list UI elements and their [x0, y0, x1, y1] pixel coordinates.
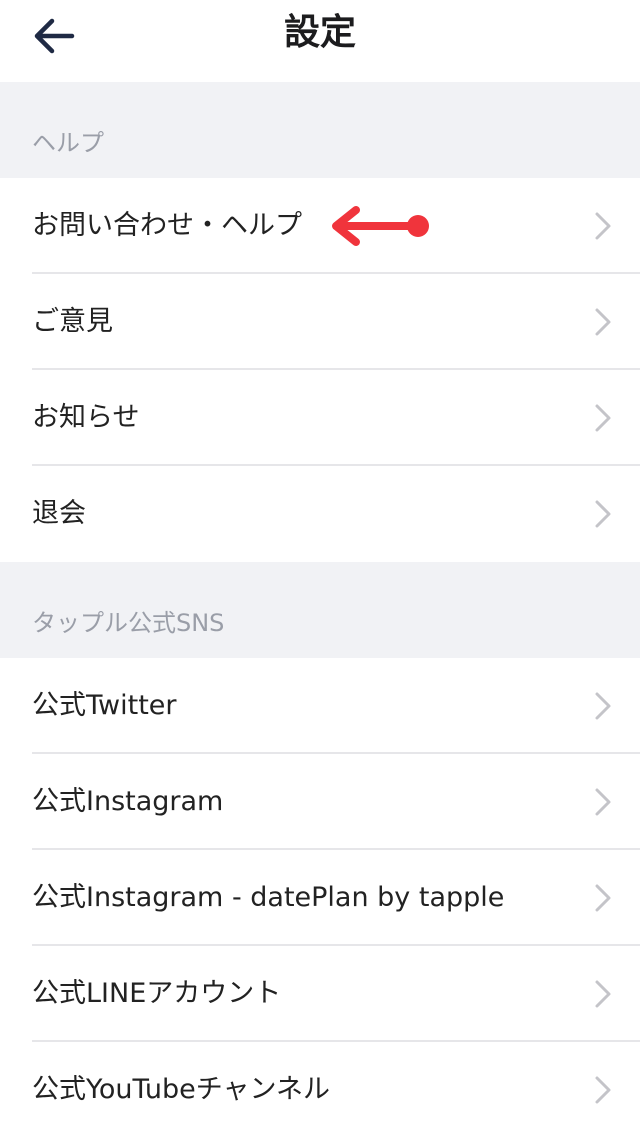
navigation-bar: 設定	[0, 0, 640, 82]
chevron-right-icon	[595, 404, 611, 432]
row-label: 公式LINEアカウント	[32, 978, 282, 1009]
chevron-right-icon	[595, 788, 611, 816]
section-header-label: タップル公式SNS	[32, 609, 225, 637]
section-header-label: ヘルプ	[32, 129, 104, 157]
row-label: 公式Instagram - datePlan by tapple	[32, 882, 505, 913]
chevron-right-icon	[595, 692, 611, 720]
settings-row-feedback[interactable]: ご意見	[0, 274, 640, 370]
chevron-right-icon	[595, 884, 611, 912]
row-label: お問い合わせ・ヘルプ	[32, 210, 302, 241]
page-title: 設定	[283, 12, 356, 53]
settings-row-official-line[interactable]: 公式LINEアカウント	[0, 946, 640, 1042]
settings-row-official-instagram-dateplan[interactable]: 公式Instagram - datePlan by tapple	[0, 850, 640, 946]
settings-row-notices[interactable]: お知らせ	[0, 370, 640, 466]
row-label: 公式Instagram	[32, 786, 224, 817]
chevron-right-icon	[595, 308, 611, 336]
row-label: 公式Twitter	[32, 690, 177, 721]
settings-row-official-instagram[interactable]: 公式Instagram	[0, 754, 640, 850]
row-label: ご意見	[32, 306, 113, 337]
settings-row-official-twitter[interactable]: 公式Twitter	[0, 658, 640, 754]
chevron-right-icon	[595, 500, 611, 528]
chevron-right-icon	[595, 1076, 611, 1104]
section-header-official-sns: タップル公式SNS	[0, 562, 640, 658]
red-arrow-annotation-icon	[332, 206, 429, 246]
settings-row-withdraw[interactable]: 退会	[0, 466, 640, 562]
settings-row-contact-help[interactable]: お問い合わせ・ヘルプ	[0, 178, 640, 274]
chevron-right-icon	[595, 980, 611, 1008]
row-label: お知らせ	[32, 402, 140, 433]
settings-row-official-youtube[interactable]: 公式YouTubeチャンネル	[0, 1042, 640, 1138]
section-header-help: ヘルプ	[0, 82, 640, 178]
row-label: 退会	[32, 498, 86, 529]
row-label: 公式YouTubeチャンネル	[32, 1074, 330, 1105]
chevron-right-icon	[595, 212, 611, 240]
